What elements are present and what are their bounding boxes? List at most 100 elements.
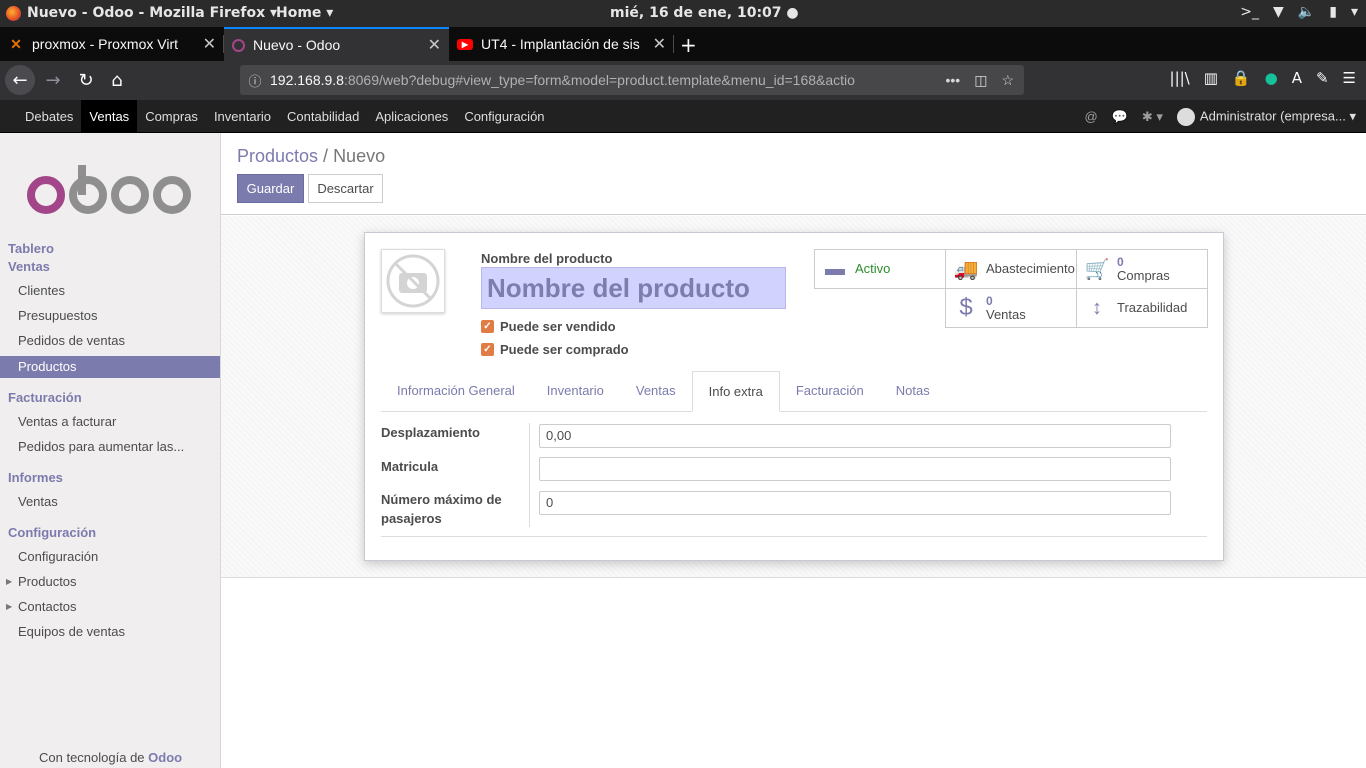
sidebar-item-equipos-de-ventas[interactable]: Equipos de ventas (0, 621, 220, 643)
sidebar-icon[interactable]: ▥ (1204, 69, 1218, 87)
chat-icon[interactable]: 💬 (1112, 109, 1128, 125)
home-menu[interactable]: Home ▾ (276, 5, 333, 21)
tab-title: proxmox - Proxmox Virt (32, 36, 178, 52)
sidebar-item-ventas-a-facturar[interactable]: Ventas a facturar (0, 411, 220, 433)
max-passengers-input[interactable]: 0 (539, 491, 1171, 515)
extension-icon[interactable]: ✎ (1316, 69, 1329, 87)
displacement-input[interactable]: 0,00 (539, 424, 1171, 448)
powered-by-link[interactable]: Odoo (148, 750, 182, 765)
hamburger-menu-icon[interactable]: ☰ (1343, 69, 1356, 87)
sales-button[interactable]: $ 0 Ventas (945, 288, 1077, 328)
library-icon[interactable]: |||\ (1170, 69, 1190, 87)
traceability-button[interactable]: ↕ Trazabilidad (1076, 288, 1208, 328)
user-menu[interactable]: Administrator (empresa... ▾ (1176, 107, 1356, 126)
sidebar-item-label: Contactos (18, 599, 77, 614)
purchases-button[interactable]: 🛒 0 Compras (1076, 249, 1208, 289)
close-tab-icon[interactable]: ✕ (203, 34, 216, 54)
app-menu-label: Nuevo - Odoo - Mozilla Firefox ▾ (27, 5, 278, 21)
procurement-button[interactable]: 🚚 Abastecimiento (945, 249, 1077, 289)
clock[interactable]: mié, 16 de ene, 10:07 ● (610, 5, 799, 21)
menu-configuracion[interactable]: Configuración (456, 100, 552, 133)
bookmark-star-icon[interactable]: ☆ (1001, 72, 1014, 89)
toolbar-extensions: |||\ ▥ 🔒 ● A ✎ ☰ (1170, 69, 1356, 87)
sidebar-item-config-productos[interactable]: ▶ Productos (0, 571, 220, 593)
displacement-label: Desplazamiento (381, 425, 480, 440)
close-tab-icon[interactable]: ✕ (653, 34, 666, 54)
url-bar[interactable]: ⓘ 192.168.9.8:8069/web?debug#view_type=f… (240, 65, 1024, 95)
sidebar-section-tablero[interactable]: Tablero (8, 241, 54, 256)
sidebar-section-informes[interactable]: Informes (8, 470, 63, 485)
avatar (1176, 107, 1195, 126)
form-sheet: Nombre del producto Nombre del producto … (364, 232, 1224, 561)
sidebar-item-clientes[interactable]: Clientes (0, 280, 220, 302)
mention-icon[interactable]: @ (1085, 109, 1098, 124)
new-tab-icon[interactable]: + (680, 33, 697, 57)
sidebar-section-configuracion[interactable]: Configuración (8, 525, 96, 540)
sidebar-item-presupuestos[interactable]: Presupuestos (0, 305, 220, 327)
battery-icon[interactable]: ▮ (1329, 4, 1337, 20)
url-text[interactable]: 192.168.9.8:8069/web?debug#view_type=for… (270, 72, 935, 88)
home-button[interactable]: ⌂ (102, 65, 132, 95)
terminal-icon[interactable]: >_ (1240, 4, 1259, 20)
pocket-icon[interactable]: ◫ (974, 72, 987, 89)
tab-odoo[interactable]: Nuevo - Odoo ✕ (224, 27, 449, 61)
sidebar-item-pedidos-aumentar[interactable]: Pedidos para aumentar las... (0, 436, 220, 458)
save-button[interactable]: Guardar (237, 174, 304, 203)
sidebar-item-informe-ventas[interactable]: Ventas (0, 491, 220, 513)
back-button[interactable]: ← (5, 65, 35, 95)
info-icon[interactable]: ⓘ (240, 71, 270, 90)
active-label: Activo (855, 261, 891, 276)
discard-button[interactable]: Descartar (308, 174, 383, 203)
user-name: Administrator (empresa... (1199, 107, 1346, 123)
tab-ventas[interactable]: Ventas (620, 371, 692, 411)
active-toggle-button[interactable]: ▬ Activo (814, 249, 946, 289)
menu-inventario[interactable]: Inventario (206, 100, 279, 133)
plate-label: Matricula (381, 459, 439, 474)
archive-icon: ▬ (825, 257, 845, 280)
product-image-upload[interactable] (381, 249, 445, 313)
can-be-purchased-checkbox[interactable]: ✓ (481, 343, 494, 356)
sidebar-section-ventas[interactable]: Ventas (8, 259, 50, 274)
menu-debates[interactable]: Debates (17, 100, 81, 133)
page-actions-icon[interactable]: ••• (945, 72, 960, 89)
app-menu[interactable]: Nuevo - Odoo - Mozilla Firefox ▾ (6, 5, 277, 21)
odoo-icon (232, 38, 245, 52)
privacy-lock-icon[interactable]: 🔒 (1232, 69, 1251, 87)
sidebar-section-facturacion[interactable]: Facturación (8, 390, 82, 405)
reload-button[interactable]: ↻ (71, 65, 101, 95)
power-menu-icon[interactable]: ▾ (1351, 4, 1358, 20)
debug-bug-icon[interactable]: ✱ ▾ (1142, 109, 1163, 125)
form-tabs: Información General Inventario Ventas In… (381, 371, 1207, 412)
menu-aplicaciones[interactable]: Aplicaciones (367, 100, 456, 133)
tab-notas[interactable]: Notas (880, 371, 946, 411)
tab-informacion-general[interactable]: Información General (381, 371, 531, 411)
tab-title: Nuevo - Odoo (253, 37, 341, 53)
breadcrumb-productos[interactable]: Productos (237, 146, 318, 166)
forward-button[interactable]: → (38, 65, 68, 95)
powered-by: Con tecnología de Odoo (39, 750, 182, 765)
system-tray[interactable]: >_ ▼ 🔈 ▮ ▾ (1240, 4, 1358, 20)
tab-youtube[interactable]: ▶ UT4 - Implantación de sis ✕ (449, 27, 674, 61)
sidebar-item-pedidos-de-ventas[interactable]: Pedidos de ventas (0, 330, 220, 352)
traceability-label: Trazabilidad (1117, 300, 1188, 315)
product-name-input[interactable]: Nombre del producto (481, 267, 786, 309)
font-extension-icon[interactable]: A (1292, 69, 1302, 87)
close-tab-icon[interactable]: ✕ (428, 35, 441, 55)
menu-contabilidad[interactable]: Contabilidad (279, 100, 367, 133)
odoo-logo[interactable] (26, 163, 196, 215)
tab-info-extra[interactable]: Info extra (691, 371, 780, 412)
plate-input[interactable] (539, 457, 1171, 481)
tab-inventario[interactable]: Inventario (531, 371, 620, 411)
menu-compras[interactable]: Compras (137, 100, 206, 133)
tab-proxmox[interactable]: ✕ proxmox - Proxmox Virt ✕ (0, 27, 224, 61)
sidebar-item-contactos[interactable]: ▶ Contactos (0, 596, 220, 618)
sidebar-item-configuracion[interactable]: Configuración (0, 546, 220, 568)
tab-facturacion[interactable]: Facturación (780, 371, 880, 411)
wifi-icon[interactable]: ▼ (1273, 4, 1284, 20)
can-be-sold-checkbox[interactable]: ✓ (481, 320, 494, 333)
menu-ventas[interactable]: Ventas (81, 100, 138, 133)
sidebar-item-productos[interactable]: Productos (0, 356, 220, 378)
grammarly-icon[interactable]: ● (1265, 69, 1278, 87)
volume-icon[interactable]: 🔈 (1298, 4, 1315, 20)
sidebar-item-label: Productos (18, 574, 77, 589)
